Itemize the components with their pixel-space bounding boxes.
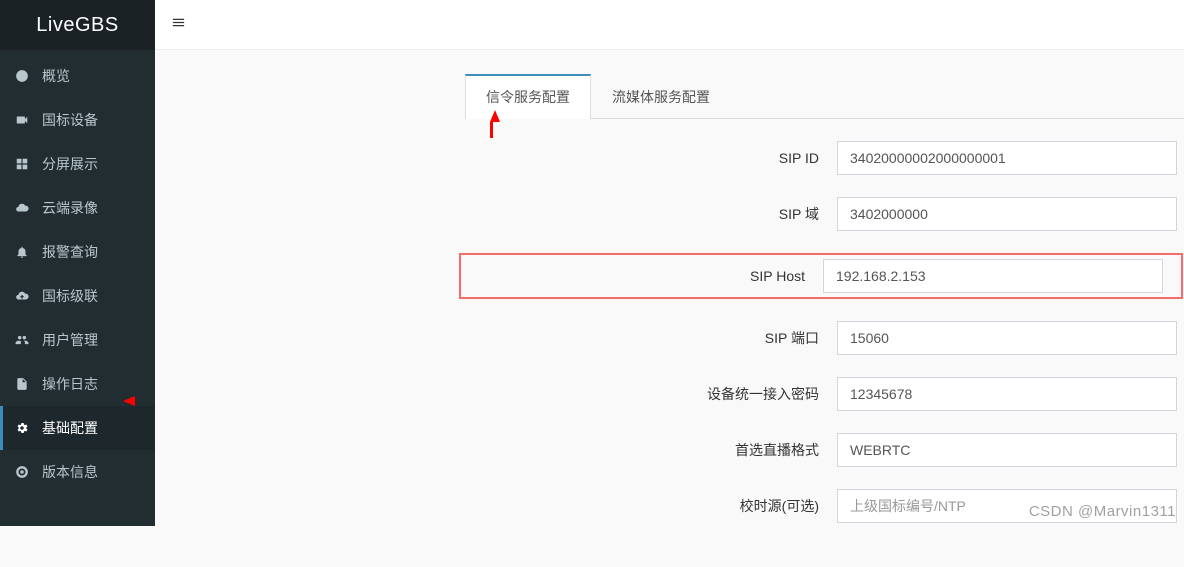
row-preferred-fmt: 首选直播格式 (465, 433, 1184, 467)
input-device-pwd[interactable] (837, 377, 1177, 411)
cloud-icon (14, 201, 30, 215)
cloud-up-icon (14, 289, 30, 303)
sidebar-item-label: 操作日志 (42, 374, 98, 394)
label-sip-id: SIP ID (465, 150, 837, 166)
input-sip-domain[interactable] (837, 197, 1177, 231)
tab-signaling[interactable]: 信令服务配置 (465, 74, 591, 119)
sidebar-item-label: 基础配置 (42, 418, 98, 438)
label-ntp-src: 校时源(可选) (465, 496, 837, 516)
file-icon (14, 377, 30, 391)
row-sip-port: SIP 端口 (465, 321, 1184, 355)
sidebar-item-label: 版本信息 (42, 462, 98, 482)
support-icon (14, 465, 30, 479)
input-preferred-fmt[interactable] (837, 433, 1177, 467)
sidebar-item-label: 云端录像 (42, 198, 98, 218)
sidebar-item-label: 概览 (42, 66, 70, 86)
config-panel: 信令服务配置 流媒体服务配置 SIP ID SIP 域 SIP Host (465, 74, 1184, 567)
tab-streaming[interactable]: 流媒体服务配置 (591, 74, 731, 119)
dashboard-icon (14, 69, 30, 83)
sidebar-item-users[interactable]: 用户管理 (0, 318, 155, 362)
row-sip-id: SIP ID (465, 141, 1184, 175)
label-sip-domain: SIP 域 (465, 204, 837, 224)
signaling-form: SIP ID SIP 域 SIP Host SIP 端口 (465, 119, 1184, 567)
sidebar-item-label: 用户管理 (42, 330, 98, 350)
tabs: 信令服务配置 流媒体服务配置 (465, 74, 1184, 119)
camera-icon (14, 113, 30, 127)
label-sip-host: SIP Host (465, 268, 823, 284)
sidebar-item-devices[interactable]: 国标设备 (0, 98, 155, 142)
cogs-icon (14, 421, 30, 435)
sidebar-item-version[interactable]: 版本信息 (0, 450, 155, 494)
row-device-pwd: 设备统一接入密码 (465, 377, 1184, 411)
brand-title: LiveGBS (0, 0, 155, 50)
sidebar-item-baseconfig[interactable]: 基础配置 (0, 406, 155, 450)
sidebar-item-label: 报警查询 (42, 242, 98, 262)
label-preferred-fmt: 首选直播格式 (465, 440, 837, 460)
sidebar-item-overview[interactable]: 概览 (0, 54, 155, 98)
input-sip-host[interactable] (823, 259, 1163, 293)
bell-icon (14, 245, 30, 259)
row-sip-domain: SIP 域 (465, 197, 1184, 231)
watermark: CSDN @Marvin1311 (1029, 503, 1176, 520)
sidebar-item-cloudrec[interactable]: 云端录像 (0, 186, 155, 230)
sidebar: LiveGBS 概览 国标设备 分屏展示 (0, 0, 155, 526)
input-sip-port[interactable] (837, 321, 1177, 355)
sidebar-item-splitview[interactable]: 分屏展示 (0, 142, 155, 186)
sidebar-item-label: 国标设备 (42, 110, 98, 130)
grid-icon (14, 157, 30, 171)
sidebar-item-alarm[interactable]: 报警查询 (0, 230, 155, 274)
main-content: 信令服务配置 流媒体服务配置 SIP ID SIP 域 SIP Host (155, 0, 1184, 526)
label-device-pwd: 设备统一接入密码 (465, 384, 837, 404)
sidebar-item-label: 国标级联 (42, 286, 98, 306)
highlight-sip-host: SIP Host (459, 253, 1183, 299)
row-sip-host: SIP Host (465, 253, 1184, 299)
users-icon (14, 333, 30, 347)
sidebar-item-label: 分屏展示 (42, 154, 98, 174)
sidebar-item-cascade[interactable]: 国标级联 (0, 274, 155, 318)
input-sip-id[interactable] (837, 141, 1177, 175)
sidebar-menu: 概览 国标设备 分屏展示 云端录像 (0, 50, 155, 526)
label-sip-port: SIP 端口 (465, 328, 837, 348)
